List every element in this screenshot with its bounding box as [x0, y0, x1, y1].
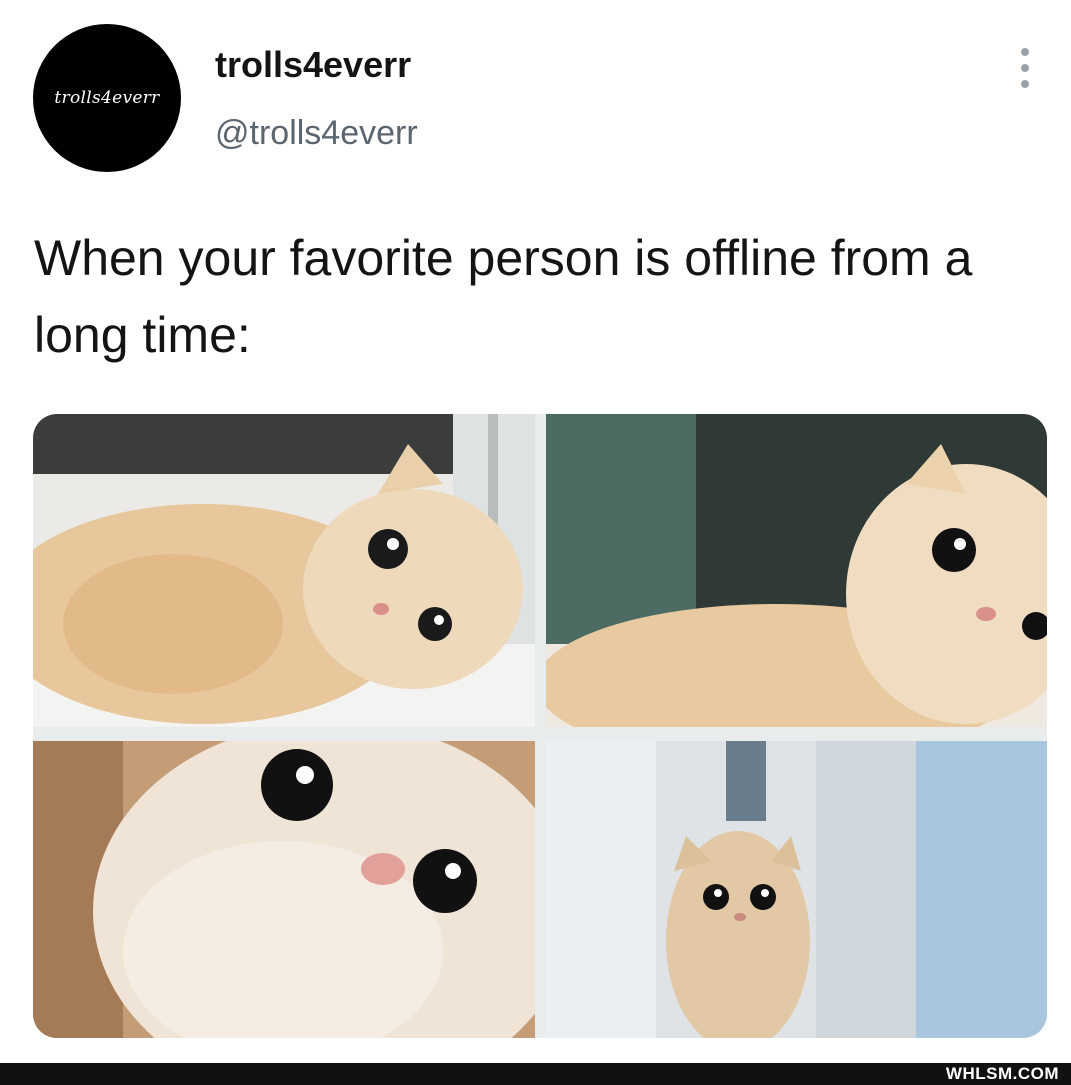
cat-peeking-image — [546, 741, 1047, 1038]
media-image-cat-closeup[interactable] — [33, 741, 535, 1038]
display-name[interactable]: trolls4everr — [215, 44, 411, 86]
media-grid[interactable] — [33, 414, 1047, 1038]
watermark: WHLSM.COM — [945, 1064, 1059, 1083]
dot-icon — [1021, 80, 1029, 88]
cat-closeup-image — [33, 741, 535, 1038]
dot-icon — [1021, 48, 1029, 56]
media-image-cat-sideways[interactable] — [546, 414, 1047, 727]
tweet-text: When your favorite person is offline fro… — [34, 230, 973, 363]
avatar-logo-text: trolls4everr — [54, 88, 160, 108]
media-image-cat-peeking[interactable] — [546, 741, 1047, 1038]
dot-icon — [1021, 64, 1029, 72]
cat-sideways-image — [546, 414, 1047, 727]
cat-lying-image — [33, 414, 535, 727]
watermark-bar: WHLSM.COM — [0, 1063, 1071, 1085]
more-options-button[interactable] — [1010, 48, 1040, 88]
avatar[interactable]: trolls4everr — [33, 24, 181, 172]
media-image-cat-lying[interactable] — [33, 414, 535, 727]
user-handle[interactable]: @trolls4everr — [215, 114, 418, 153]
